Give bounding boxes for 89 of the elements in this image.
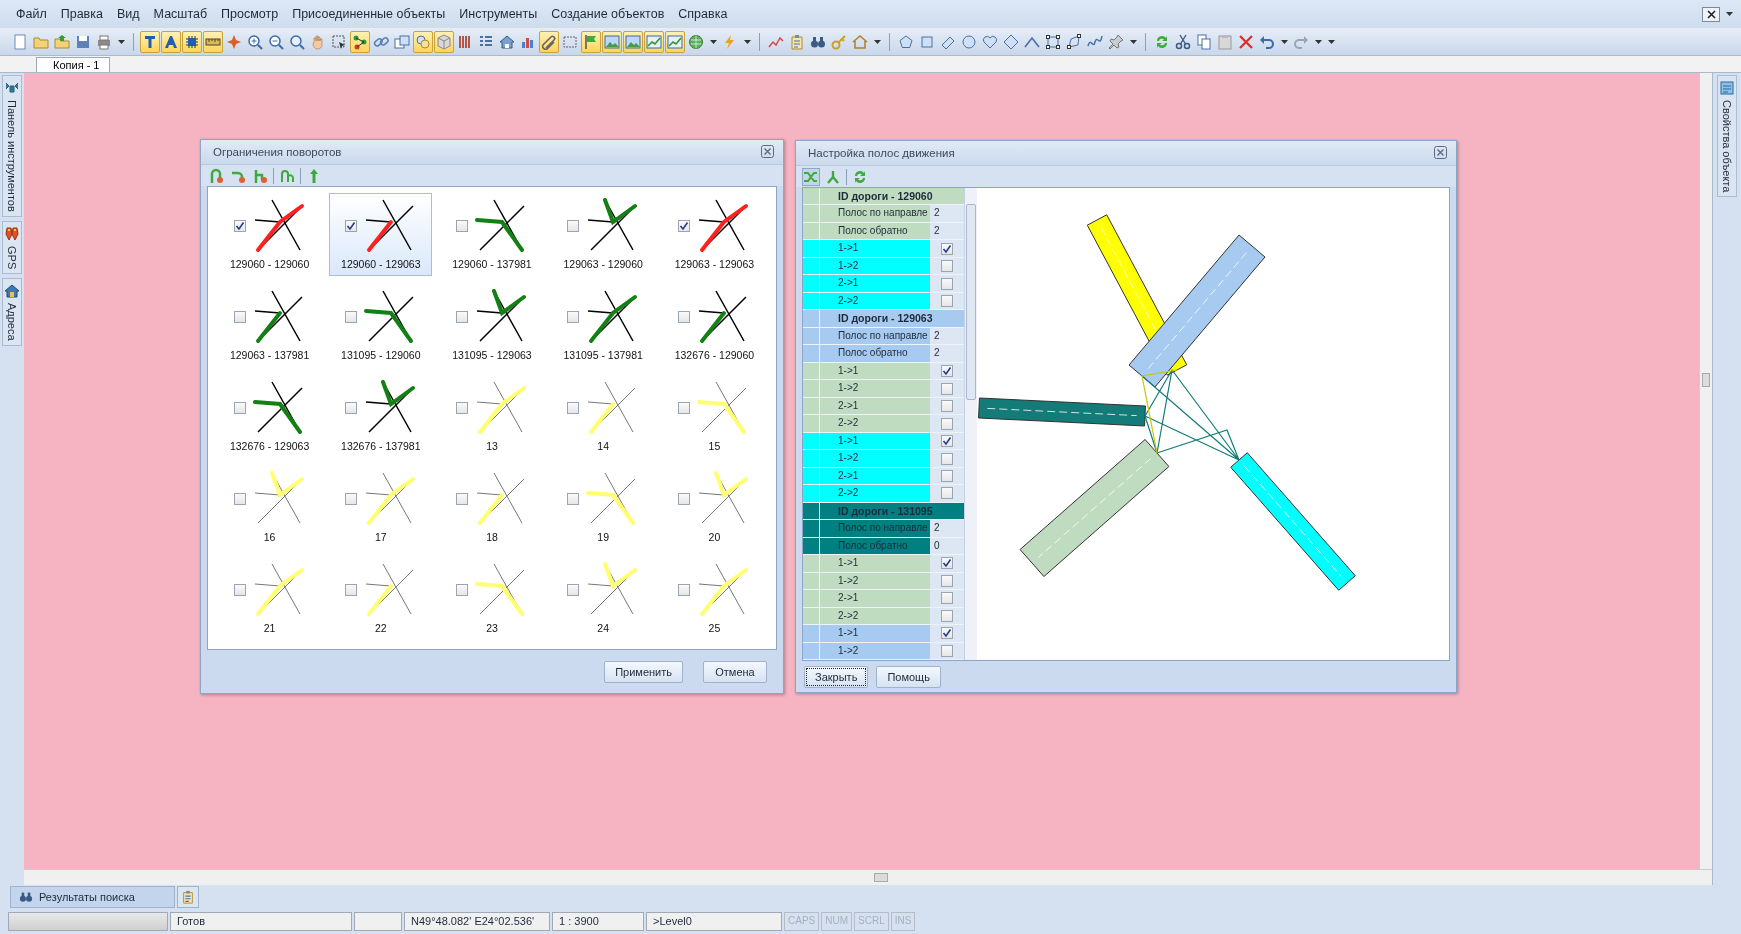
turn-label: 23: [486, 621, 498, 634]
turn-label: 25: [708, 621, 721, 634]
turn-item[interactable]: 19: [551, 465, 655, 549]
table-cell: 1->1: [820, 555, 930, 572]
dialog-button[interactable]: Закрыть: [804, 665, 869, 688]
side-panel-tab[interactable]: Адреса: [2, 278, 22, 346]
turn-label: 131095 - 129063: [452, 349, 532, 362]
turn-item[interactable]: 15: [662, 374, 766, 458]
turn-item[interactable]: 23: [440, 556, 544, 639]
turn-item[interactable]: 18: [440, 465, 544, 549]
dialog-button[interactable]: Помощь: [876, 665, 941, 688]
table-cell: 1->2: [820, 380, 930, 397]
turn-item[interactable]: 129060 - 129060: [218, 193, 322, 276]
turn-label: 129060 - 129063: [341, 258, 421, 271]
turn-label: 131095 - 137981: [563, 349, 643, 362]
turn-item[interactable]: 24: [551, 556, 655, 639]
table-cell: 1->1: [820, 625, 930, 642]
turn-item[interactable]: 16: [218, 465, 322, 549]
turn-item[interactable]: 13: [440, 374, 544, 458]
side-panel-tab[interactable]: GPS: [2, 220, 22, 275]
road-id-header: ID дороги - 129063: [820, 310, 964, 327]
turn-label: 132676 - 129060: [674, 349, 755, 362]
table-cell: 1->1: [820, 240, 930, 257]
menu-item[interactable]: Просмотр: [215, 4, 285, 24]
turn-label: 129063 - 129060: [563, 258, 643, 271]
turn-label: 24: [597, 621, 610, 634]
turn-item[interactable]: 129063 - 129060: [551, 193, 655, 276]
coordinates: N49°48.082' E24°02.536': [404, 912, 550, 931]
menu-item[interactable]: Справка: [672, 4, 734, 24]
table-cell: Полос обратно: [820, 345, 930, 362]
menu-item[interactable]: Инструменты: [453, 4, 544, 24]
turn-label: 21: [263, 621, 276, 634]
turn-item[interactable]: 132676 - 129060: [662, 283, 766, 367]
turn-item[interactable]: 22: [329, 556, 433, 639]
dialog-title: Ограничения поворотов: [213, 146, 342, 158]
menu-item[interactable]: Файл: [10, 4, 53, 24]
table-cell: 2->2: [820, 485, 930, 502]
search-results-tab[interactable]: Результаты поиска: [10, 886, 175, 908]
turn-label: 18: [486, 530, 498, 543]
turn-label: 15: [708, 440, 721, 452]
turn-item[interactable]: 129063 - 137981: [218, 283, 322, 367]
turn-label: 132676 - 129063: [229, 440, 310, 452]
menu-item[interactable]: Создание объектов: [545, 4, 671, 24]
table-cell: 2->2: [820, 415, 930, 432]
turn-label: 129060 - 129060: [229, 258, 310, 271]
status-message: Готов: [170, 912, 352, 931]
side-panel-tab[interactable]: Свойства объекта: [1717, 75, 1737, 198]
turn-label: 17: [374, 530, 387, 543]
turn-item[interactable]: 17: [329, 465, 433, 549]
turn-label: 13: [486, 440, 498, 452]
table-cell: 2->1: [820, 275, 930, 292]
dialog-title: Настройка полос движения: [808, 147, 955, 159]
turn-item[interactable]: 129060 - 129063: [329, 193, 433, 276]
table-cell: Полос по направле: [820, 520, 930, 537]
turn-item[interactable]: 132676 - 137981: [329, 374, 433, 458]
turn-item[interactable]: 21: [218, 556, 322, 639]
document-tab[interactable]: Копия - 1: [36, 57, 111, 72]
turn-item[interactable]: 129060 - 137981: [440, 193, 544, 276]
turn-item[interactable]: 132676 - 129063: [218, 374, 322, 458]
road-id-header: ID дороги - 129060: [820, 188, 964, 205]
turn-label: 129060 - 137981: [452, 258, 532, 271]
turn-label: 22: [374, 621, 387, 634]
turn-label: 19: [597, 530, 610, 543]
turn-item[interactable]: 131095 - 137981: [551, 283, 655, 367]
turn-label: 131095 - 129060: [341, 349, 421, 362]
turn-label: 20: [708, 530, 721, 543]
menu-item[interactable]: Вид: [110, 4, 146, 24]
menu-item[interactable]: Присоединенные объекты: [286, 4, 452, 24]
turn-item[interactable]: 131095 - 129063: [440, 283, 544, 367]
map-scale: 1 : 3900: [552, 912, 644, 931]
turn-label: 129063 - 137981: [229, 349, 310, 362]
turn-label: 16: [263, 530, 276, 543]
map-level: >Level0: [646, 912, 782, 931]
menu-item[interactable]: Правка: [54, 4, 109, 24]
dialog-button[interactable]: Отмена: [703, 660, 767, 683]
table-cell: 2->1: [820, 590, 930, 607]
turn-label: 129063 - 129063: [674, 258, 755, 271]
turn-label: 132676 - 137981: [341, 440, 421, 452]
turn-item[interactable]: 25: [662, 556, 766, 639]
table-cell: 1->2: [820, 450, 930, 467]
turn-item[interactable]: 20: [662, 465, 766, 549]
table-cell: Полос по направле: [820, 205, 930, 222]
menu-item[interactable]: Масштаб: [147, 4, 214, 24]
turn-item[interactable]: 131095 - 129060: [329, 283, 433, 367]
turn-label: 14: [597, 440, 610, 452]
dialog-button[interactable]: Применить: [604, 660, 683, 683]
turn-item[interactable]: 14: [551, 374, 655, 458]
turn-item[interactable]: 129063 - 129063: [662, 193, 766, 276]
side-panel-tab[interactable]: Панель инструментов: [2, 75, 22, 217]
